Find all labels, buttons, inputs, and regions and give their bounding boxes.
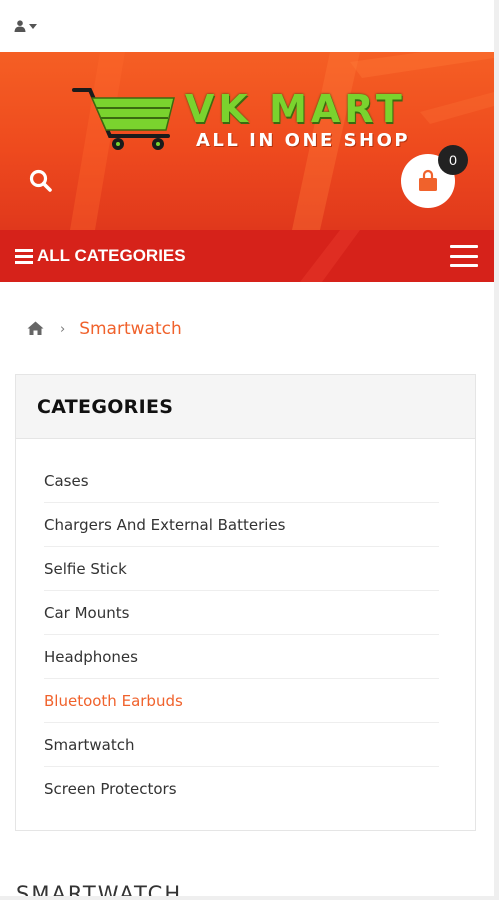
menu-line bbox=[450, 264, 478, 267]
categories-panel: CATEGORIES Cases Chargers And External B… bbox=[15, 374, 476, 831]
category-item-cases[interactable]: Cases bbox=[44, 459, 439, 503]
cart-count-badge: 0 bbox=[438, 145, 468, 175]
menu-line bbox=[450, 254, 478, 258]
category-list: Cases Chargers And External Batteries Se… bbox=[16, 439, 475, 811]
section-title: SMARTWATCH bbox=[16, 882, 183, 896]
home-icon bbox=[27, 321, 44, 335]
category-item-chargers[interactable]: Chargers And External Batteries bbox=[44, 503, 439, 547]
brand-logo[interactable]: VK MART ALL IN ONE SHOP bbox=[70, 84, 420, 154]
site-header: VK MART ALL IN ONE SHOP 0 bbox=[0, 52, 494, 230]
category-item-screen-protectors[interactable]: Screen Protectors bbox=[44, 767, 439, 811]
page: VK MART ALL IN ONE SHOP 0 ALL CATEGORIES… bbox=[0, 0, 494, 896]
breadcrumb: › Smartwatch bbox=[0, 282, 494, 376]
category-item-smartwatch[interactable]: Smartwatch bbox=[44, 723, 439, 767]
category-item-car-mounts[interactable]: Car Mounts bbox=[44, 591, 439, 635]
list-icon bbox=[15, 248, 33, 264]
brand-name: VK MART bbox=[185, 87, 406, 131]
category-item-bluetooth-earbuds[interactable]: Bluetooth Earbuds bbox=[44, 679, 439, 723]
categories-panel-header: CATEGORIES bbox=[16, 375, 475, 439]
account-menu[interactable] bbox=[14, 20, 37, 32]
all-categories-button[interactable]: ALL CATEGORIES bbox=[15, 246, 186, 266]
categories-title: CATEGORIES bbox=[37, 395, 174, 418]
account-bar bbox=[0, 0, 494, 52]
category-nav-bar: ALL CATEGORIES bbox=[0, 230, 494, 282]
search-icon bbox=[29, 169, 52, 192]
category-item-headphones[interactable]: Headphones bbox=[44, 635, 439, 679]
menu-line bbox=[450, 245, 478, 248]
breadcrumb-current: Smartwatch bbox=[79, 319, 182, 339]
user-icon bbox=[14, 20, 26, 32]
shopping-bag-icon bbox=[419, 169, 437, 191]
breadcrumb-home[interactable] bbox=[27, 320, 44, 339]
chevron-right-icon: › bbox=[60, 321, 66, 337]
shopping-cart-logo-icon bbox=[72, 88, 175, 150]
caret-down-icon bbox=[29, 23, 37, 29]
all-categories-label: ALL CATEGORIES bbox=[37, 246, 186, 265]
brand-tagline: ALL IN ONE SHOP bbox=[196, 130, 411, 151]
search-button[interactable] bbox=[28, 168, 56, 196]
category-item-selfie-stick[interactable]: Selfie Stick bbox=[44, 547, 439, 591]
hamburger-menu-button[interactable] bbox=[450, 245, 478, 267]
